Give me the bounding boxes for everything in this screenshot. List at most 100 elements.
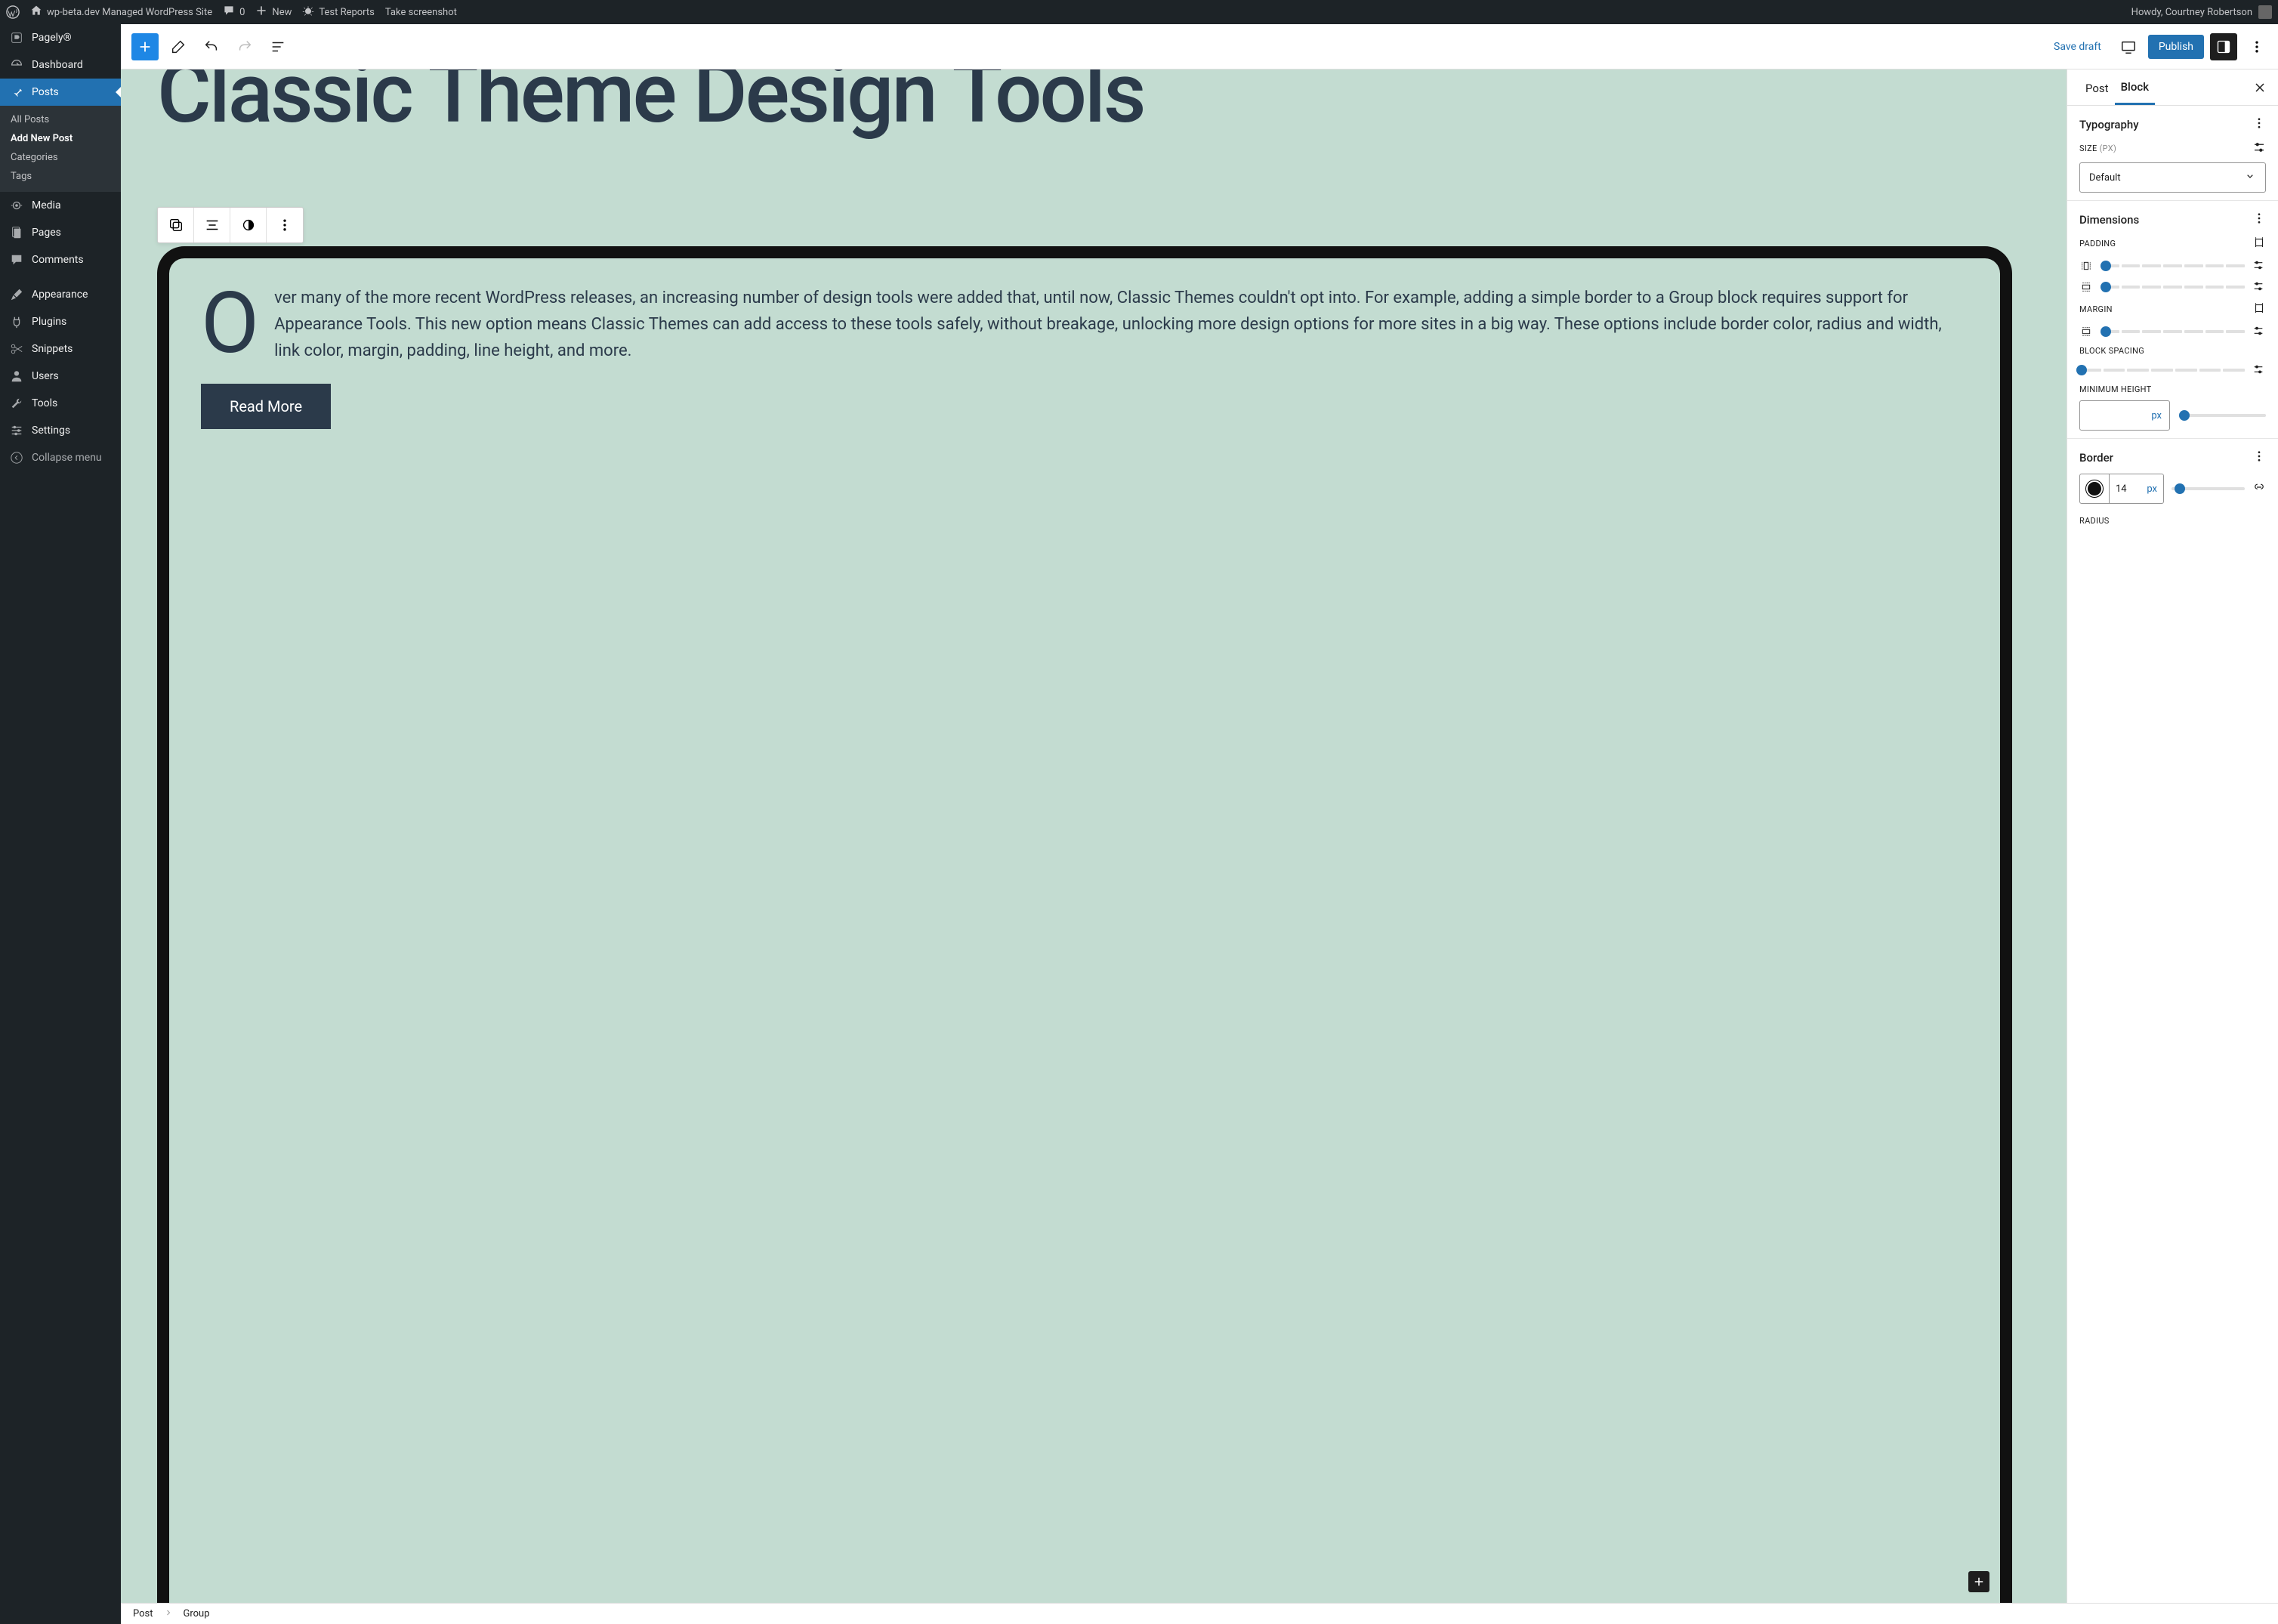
chevron-right-icon [164,1608,173,1620]
pagely-icon [9,30,24,45]
menu-snippets[interactable]: Snippets [0,335,121,363]
align-button[interactable] [194,208,230,242]
padding-vertical-slider[interactable] [2101,286,2245,289]
publish-button[interactable]: Publish [2148,35,2204,59]
menu-pagely[interactable]: Pagely® [0,24,121,51]
editor-top-toolbar: Save draft Publish [121,24,2278,69]
menu-media[interactable]: Media [0,192,121,219]
unlink-sides-padding-button[interactable] [2252,236,2266,252]
margin-custom-button[interactable] [2252,325,2266,338]
test-reports-link[interactable]: Test Reports [302,5,375,20]
wp-admin-bar: wp-beta.dev Managed WordPress Site 0 New… [0,0,2278,24]
menu-users-label: Users [32,370,59,382]
block-toolbar [157,207,304,243]
dimensions-options-button[interactable] [2252,211,2266,228]
preview-button[interactable] [2115,33,2142,60]
block-spacing-row [2079,363,2266,377]
typography-options-button[interactable] [2252,116,2266,133]
sliders-icon [9,423,24,438]
tools-button[interactable] [165,33,192,60]
font-size-select[interactable]: Default [2079,162,2266,193]
comments-count: 0 [239,7,245,18]
padding-vertical-row [2079,280,2266,294]
block-spacing-custom-button[interactable] [2252,363,2266,377]
options-menu-button[interactable] [2243,33,2270,60]
take-screenshot-link[interactable]: Take screenshot [385,7,457,18]
howdy-link[interactable]: Howdy, Courtney Robertson [2131,7,2252,18]
comment-icon [223,5,235,20]
inserter-toggle-button[interactable] [131,33,159,60]
block-spacing-slider[interactable] [2079,369,2245,372]
bug-icon [302,5,314,20]
menu-appearance[interactable]: Appearance [0,281,121,308]
set-custom-size-button[interactable] [2252,140,2266,156]
close-sidebar-button[interactable] [2246,74,2273,101]
breadcrumb-current[interactable]: Group [184,1608,210,1619]
tab-block[interactable]: Block [2115,69,2155,105]
border-width-unit[interactable]: px [2147,483,2157,495]
group-block[interactable]: Over many of the more recent WordPress r… [157,246,2012,1603]
block-options-button[interactable] [267,208,303,242]
editor-canvas[interactable]: Classic Theme Design Tools Over many of … [121,69,2067,1603]
add-block-button[interactable] [1968,1571,1989,1592]
border-options-button[interactable] [2252,449,2266,466]
block-type-button[interactable] [158,208,194,242]
comments-icon [9,252,24,267]
min-height-input[interactable]: px [2079,400,2170,431]
comments-link[interactable]: 0 [223,5,245,20]
padding-horizontal-slider[interactable] [2101,264,2245,267]
menu-comments[interactable]: Comments [0,246,121,273]
menu-posts[interactable]: Posts [0,79,121,106]
submenu-categories[interactable]: Categories [0,148,121,167]
paragraph-block[interactable]: Over many of the more recent WordPress r… [201,286,1968,364]
menu-pagely-label: Pagely® [32,32,72,44]
padding-horizontal-custom-button[interactable] [2252,259,2266,273]
wp-logo[interactable] [6,5,20,19]
redo-button[interactable] [231,33,258,60]
new-content-link[interactable]: New [255,5,292,20]
menu-plugins[interactable]: Plugins [0,308,121,335]
min-height-unit[interactable]: px [2144,410,2169,421]
padding-vertical-custom-button[interactable] [2252,280,2266,294]
unlink-sides-margin-button[interactable] [2252,301,2266,317]
submenu-add-new-post[interactable]: Add New Post [0,129,121,148]
submenu-all-posts[interactable]: All Posts [0,110,121,129]
border-color-button[interactable] [2079,474,2110,504]
menu-media-label: Media [32,199,61,211]
dimensions-panel: Dimensions PADDING [2067,201,2278,439]
menu-dashboard[interactable]: Dashboard [0,51,121,79]
menu-settings[interactable]: Settings [0,417,121,444]
margin-slider[interactable] [2101,330,2245,333]
border-width-slider[interactable] [2172,487,2245,490]
post-title[interactable]: Classic Theme Design Tools [121,69,2067,134]
margin-row [2079,325,2266,338]
editor: Save draft Publish Classic Theme Design … [121,24,2278,1624]
min-height-value[interactable] [2080,410,2144,421]
avatar[interactable] [2258,5,2272,19]
sidebar-tabs: Post Block [2067,69,2278,106]
settings-sidebar: Post Block Typography SIZE (PX) De [2067,69,2278,1603]
menu-pages[interactable]: Pages [0,219,121,246]
tab-post[interactable]: Post [2079,71,2115,104]
duotone-button[interactable] [230,208,267,242]
document-overview-button[interactable] [264,33,292,60]
border-width-value: 14 [2116,483,2147,495]
site-link[interactable]: wp-beta.dev Managed WordPress Site [30,5,212,20]
menu-users[interactable]: Users [0,363,121,390]
border-width-input[interactable]: 14 px [2110,474,2164,504]
read-more-button[interactable]: Read More [201,384,331,429]
undo-button[interactable] [198,33,225,60]
breadcrumb-root[interactable]: Post [133,1608,153,1619]
submenu-tags[interactable]: Tags [0,167,121,186]
unlink-border-sides-button[interactable] [2252,480,2266,497]
menu-posts-label: Posts [32,86,59,98]
menu-appearance-label: Appearance [32,289,88,301]
save-draft-button[interactable]: Save draft [2046,35,2109,59]
scissors-icon [9,341,24,357]
menu-collapse[interactable]: Collapse menu [0,444,121,471]
border-heading: Border [2079,451,2113,465]
menu-dashboard-label: Dashboard [32,59,83,71]
settings-panel-toggle[interactable] [2210,33,2237,60]
min-height-slider[interactable] [2179,414,2266,417]
menu-tools[interactable]: Tools [0,390,121,417]
